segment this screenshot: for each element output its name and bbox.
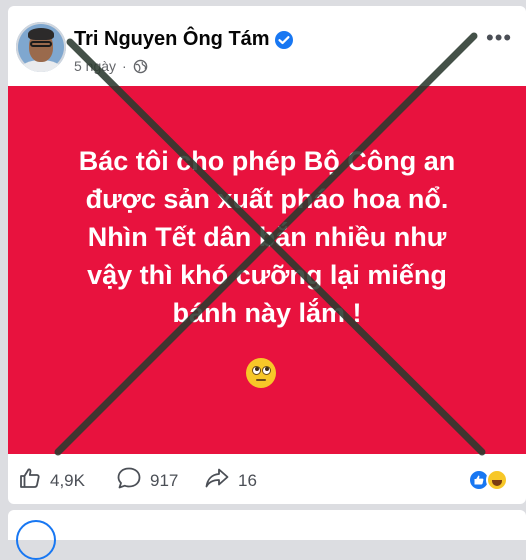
comment-count: 917 (150, 470, 179, 490)
eye-roll-emoji (246, 358, 276, 388)
post-text-line: được sản xuất pháo hoa nổ. (85, 184, 449, 214)
post-meta: 5 ngày · (74, 58, 148, 74)
share-count: 16 (238, 470, 257, 490)
emoji-left-eye (252, 366, 261, 375)
post-image: Bác tôi cho phép Bộ Công an được sản xuấ… (8, 86, 526, 454)
post-text: Bác tôi cho phép Bộ Công an được sản xuấ… (8, 142, 526, 332)
comment-bubble-icon (116, 466, 142, 495)
share-button[interactable]: 16 (204, 466, 257, 495)
post-time[interactable]: 5 ngày (74, 58, 116, 74)
like-count: 4,9K (50, 470, 85, 490)
like-button[interactable]: 4,9K (18, 466, 85, 495)
more-options-icon[interactable]: ••• (486, 27, 512, 49)
verified-badge-icon (275, 31, 293, 49)
meta-separator: · (122, 58, 127, 74)
post-text-line: vậy thì khó cưỡng lại miếng (87, 260, 447, 290)
post-text-line: Nhìn Tết dân bắn nhiều như (87, 222, 447, 252)
haha-reaction-icon (486, 469, 508, 491)
emoji-right-eye (262, 366, 271, 375)
globe-icon[interactable] (133, 59, 148, 74)
post-header: Tri Nguyen Ông Tám 5 ngày · ••• (8, 6, 526, 86)
avatar-glasses (30, 41, 52, 47)
next-post-avatar[interactable] (16, 520, 56, 560)
comment-button[interactable]: 917 (116, 466, 178, 495)
author-avatar[interactable] (16, 22, 66, 72)
reaction-summary[interactable] (468, 469, 518, 491)
share-arrow-icon (204, 466, 230, 495)
author-name[interactable]: Tri Nguyen Ông Tám (74, 28, 270, 51)
post-text-line: bánh này lắm ! (172, 298, 362, 328)
post-card: Tri Nguyen Ông Tám 5 ngày · ••• Bác tôi … (8, 6, 526, 504)
post-actions: 4,9K 917 16 (8, 454, 526, 504)
emoji-mouth (256, 379, 266, 381)
post-text-line: Bác tôi cho phép Bộ Công an (78, 146, 456, 176)
next-post-card (8, 510, 526, 560)
avatar-hair (28, 28, 54, 40)
thumbs-up-icon (18, 466, 42, 495)
